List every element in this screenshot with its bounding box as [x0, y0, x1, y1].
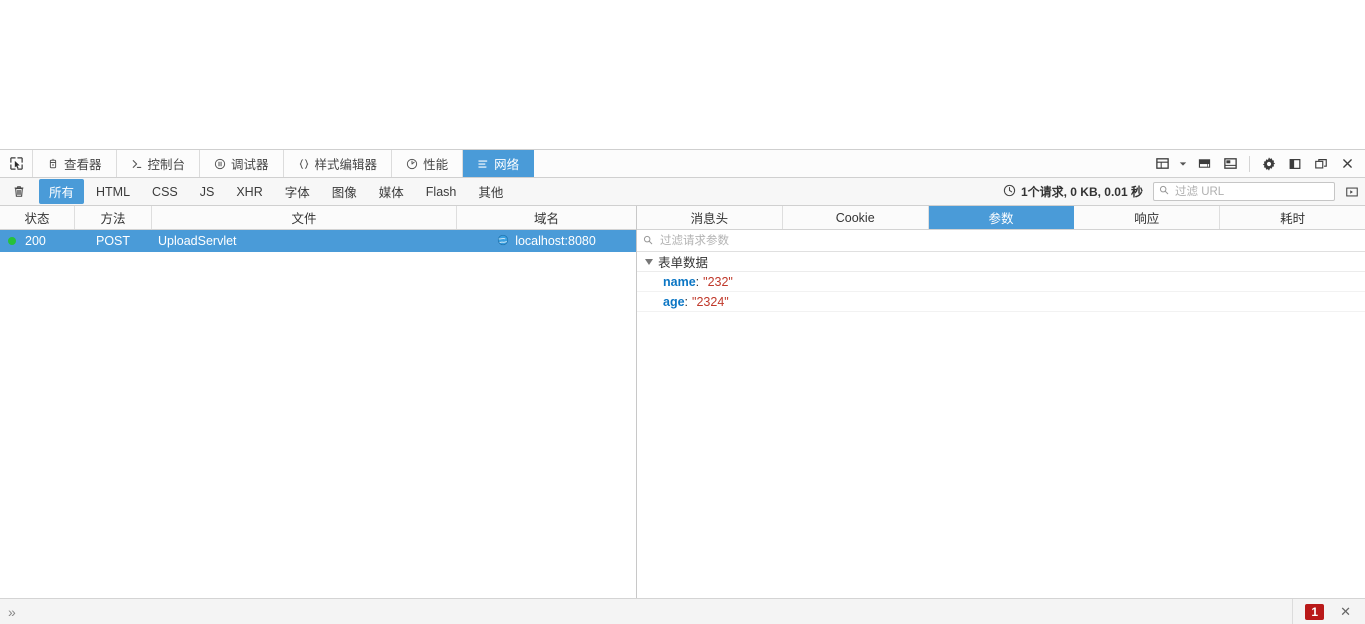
search-icon: [643, 232, 653, 250]
request-table-header: 状态 方法 文件 域名: [0, 206, 636, 230]
close-icon[interactable]: [1335, 151, 1359, 177]
params-group-label: 表单数据: [658, 256, 709, 270]
devtools-body: 状态 方法 文件 域名 200 POST UploadServlet local…: [0, 206, 1365, 598]
tab-debugger[interactable]: 调试器: [200, 150, 284, 177]
request-details-panel: 消息头 Cookie 参数 响应 耗时 过滤请求参数 表单数据 name: "…: [637, 206, 1365, 598]
cell-file: UploadServlet: [158, 234, 237, 248]
trash-icon[interactable]: [0, 179, 38, 205]
filter-button-media[interactable]: 媒体: [369, 179, 414, 204]
param-key: name: [663, 274, 696, 289]
tab-label: 调试器: [231, 158, 269, 172]
param-filter-input[interactable]: [658, 233, 1359, 248]
cell-status: 200: [0, 234, 75, 248]
param-filter-wrapper[interactable]: [637, 230, 1365, 252]
tab-headers[interactable]: 消息头: [637, 206, 783, 229]
devtools-tab-list: 查看器 控制台 调试器 样式编辑器 性能 网络: [33, 150, 535, 177]
filter-button-other[interactable]: 其他: [468, 179, 513, 204]
table-row[interactable]: 200 POST UploadServlet localhost:8080: [0, 230, 636, 252]
clock-icon: [1003, 184, 1016, 200]
status-bar-right: 1 ✕: [1292, 599, 1365, 624]
filter-button-flash[interactable]: Flash: [416, 182, 467, 202]
cell-domain: localhost:8080: [457, 234, 636, 249]
tab-label: 样式编辑器: [314, 158, 378, 172]
param-colon: :: [695, 274, 700, 289]
filter-button-js[interactable]: JS: [190, 182, 225, 202]
details-tab-list: 消息头 Cookie 参数 响应 耗时: [637, 206, 1365, 230]
filter-button-font[interactable]: 字体: [275, 179, 320, 204]
chevron-down-icon[interactable]: [1176, 151, 1190, 177]
tab-label: 网络: [494, 158, 520, 172]
inspector-icon: [47, 158, 59, 170]
toggle-details-panel-icon[interactable]: [1339, 179, 1365, 205]
cell-method: POST: [96, 234, 131, 248]
network-summary-text: 1个请求, 0 KB, 0.01 秒: [1020, 185, 1143, 199]
devtools-panel: 查看器 控制台 调试器 样式编辑器 性能 网络 所有 HTML CSS JS X…: [0, 149, 1365, 624]
close-icon[interactable]: ✕: [1336, 604, 1365, 620]
settings-gear-icon[interactable]: [1257, 151, 1281, 177]
performance-icon: [406, 158, 418, 170]
filter-button-xhr[interactable]: XHR: [226, 182, 272, 202]
tab-timings[interactable]: 耗时: [1220, 206, 1365, 229]
filter-button-css[interactable]: CSS: [142, 182, 188, 202]
list-item[interactable]: age : "2324": [637, 292, 1365, 312]
toolbar-divider: [1249, 155, 1250, 172]
devtools-main-toolbar: 查看器 控制台 调试器 样式编辑器 性能 网络: [0, 150, 1365, 178]
param-key: age: [663, 294, 685, 309]
tab-params[interactable]: 参数: [928, 206, 1075, 229]
page-content-area: [0, 0, 1365, 149]
column-header-method[interactable]: 方法: [75, 206, 152, 229]
dock-side-icon[interactable]: [1283, 151, 1307, 177]
filter-button-html[interactable]: HTML: [86, 182, 140, 202]
tab-inspector[interactable]: 查看器: [33, 150, 117, 177]
request-list-empty-area: [0, 252, 636, 598]
tab-console[interactable]: 控制台: [117, 150, 201, 177]
status-code: 200: [25, 234, 46, 248]
url-filter-input-wrapper[interactable]: [1153, 182, 1335, 201]
request-list-panel: 状态 方法 文件 域名 200 POST UploadServlet local…: [0, 206, 637, 598]
tab-style-editor[interactable]: 样式编辑器: [284, 150, 393, 177]
status-bar-divider: [1292, 599, 1294, 624]
network-icon: [477, 158, 489, 170]
chevron-double-right-icon[interactable]: »: [0, 604, 24, 620]
tab-label: 控制台: [147, 158, 186, 172]
split-console-icon[interactable]: [1218, 151, 1242, 177]
network-summary: 1个请求, 0 KB, 0.01 秒: [1003, 183, 1153, 200]
error-count-badge[interactable]: 1: [1305, 604, 1325, 620]
search-icon: [1159, 185, 1169, 198]
tab-performance[interactable]: 性能: [392, 150, 464, 177]
list-item[interactable]: name : "232": [637, 272, 1365, 292]
tab-label: 性能: [423, 158, 449, 172]
tab-label: 查看器: [64, 158, 102, 172]
params-group-form-data[interactable]: 表单数据: [637, 252, 1365, 272]
debugger-icon: [214, 158, 226, 170]
dock-separate-window-icon[interactable]: [1309, 151, 1333, 177]
column-header-status[interactable]: 状态: [0, 206, 75, 229]
network-filter-bar: 所有 HTML CSS JS XHR 字体 图像 媒体 Flash 其他 1个请…: [0, 178, 1365, 206]
param-value: "2324": [692, 294, 729, 309]
tab-response[interactable]: 响应: [1074, 206, 1221, 229]
tab-network[interactable]: 网络: [463, 150, 535, 177]
responsive-design-mode-icon[interactable]: [1150, 151, 1174, 177]
tab-cookies[interactable]: Cookie: [783, 206, 929, 229]
column-header-domain[interactable]: 域名: [457, 206, 636, 229]
filter-button-image[interactable]: 图像: [322, 179, 367, 204]
param-value: "232": [703, 274, 733, 289]
domain-text: localhost:8080: [515, 234, 596, 248]
element-picker-icon[interactable]: [0, 150, 33, 177]
column-header-file[interactable]: 文件: [152, 206, 457, 229]
filter-button-all[interactable]: 所有: [39, 179, 85, 204]
screenshot-icon[interactable]: [1192, 151, 1216, 177]
chevron-down-icon: [645, 258, 653, 265]
param-colon: :: [684, 294, 689, 309]
devtools-status-bar: » 1 ✕: [0, 598, 1365, 624]
params-tree: 表单数据 name : "232" age : "2324": [637, 252, 1365, 598]
resource-type-filters: 所有 HTML CSS JS XHR 字体 图像 媒体 Flash 其他: [38, 179, 514, 204]
globe-icon: [497, 234, 509, 249]
style-editor-icon: [298, 158, 310, 170]
toolbar-right-icons: [1150, 150, 1365, 177]
url-filter-input[interactable]: [1173, 184, 1329, 199]
console-icon: [131, 158, 143, 170]
status-dot-icon: [8, 237, 16, 245]
devtools-screenshot: 查看器 控制台 调试器 样式编辑器 性能 网络 所有 HTML CSS JS X…: [0, 0, 1365, 624]
